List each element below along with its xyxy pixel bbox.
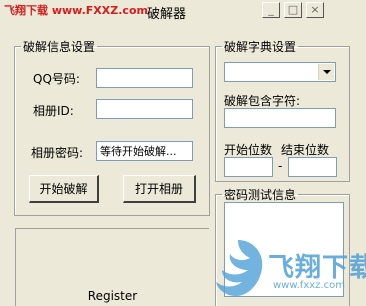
- album-password-label: 相册密码:: [31, 146, 84, 160]
- watermark-text: 飞翔下载: [268, 253, 366, 283]
- title-bar: 飞翔下载 www.FXXZ.com 破解器 _ □ ×: [0, 0, 366, 22]
- watermark-logo-icon: [216, 240, 263, 296]
- minimize-button[interactable]: _: [262, 2, 280, 18]
- watermark-top-text: 飞翔下载 www.FXXZ.com: [4, 4, 148, 17]
- album-id-label: 相册ID:: [33, 104, 74, 118]
- password-test-legend: 密码测试信息: [224, 188, 297, 202]
- dictionary-select[interactable]: [224, 62, 336, 82]
- album-password-input[interactable]: [96, 141, 193, 161]
- register-label[interactable]: Register: [16, 289, 209, 303]
- open-album-button[interactable]: 打开相册: [123, 175, 196, 203]
- dictionary-legend: 破解字典设置: [224, 40, 297, 54]
- window-title: 破解器: [147, 7, 187, 22]
- maximize-button[interactable]: □: [284, 2, 302, 18]
- close-button[interactable]: ×: [306, 2, 324, 18]
- end-digits-label: 结束位数: [281, 143, 330, 157]
- start-crack-button[interactable]: 开始破解: [29, 175, 99, 203]
- start-digits-label: 开始位数: [224, 143, 273, 157]
- crack-info-legend: 破解信息设置: [23, 40, 96, 54]
- digits-range-dash: -: [278, 159, 283, 173]
- album-id-input[interactable]: [96, 99, 193, 119]
- qq-label: QQ号码:: [33, 72, 80, 86]
- contains-chars-input[interactable]: [224, 108, 336, 128]
- end-digits-input[interactable]: [288, 157, 337, 177]
- chevron-down-icon[interactable]: [318, 64, 334, 80]
- watermark-url: www.fxxz.com: [273, 280, 345, 291]
- start-digits-input[interactable]: [224, 157, 273, 177]
- register-panel: Register: [15, 228, 209, 306]
- contains-chars-label: 破解包含字符:: [224, 94, 301, 108]
- qq-input[interactable]: [96, 68, 193, 88]
